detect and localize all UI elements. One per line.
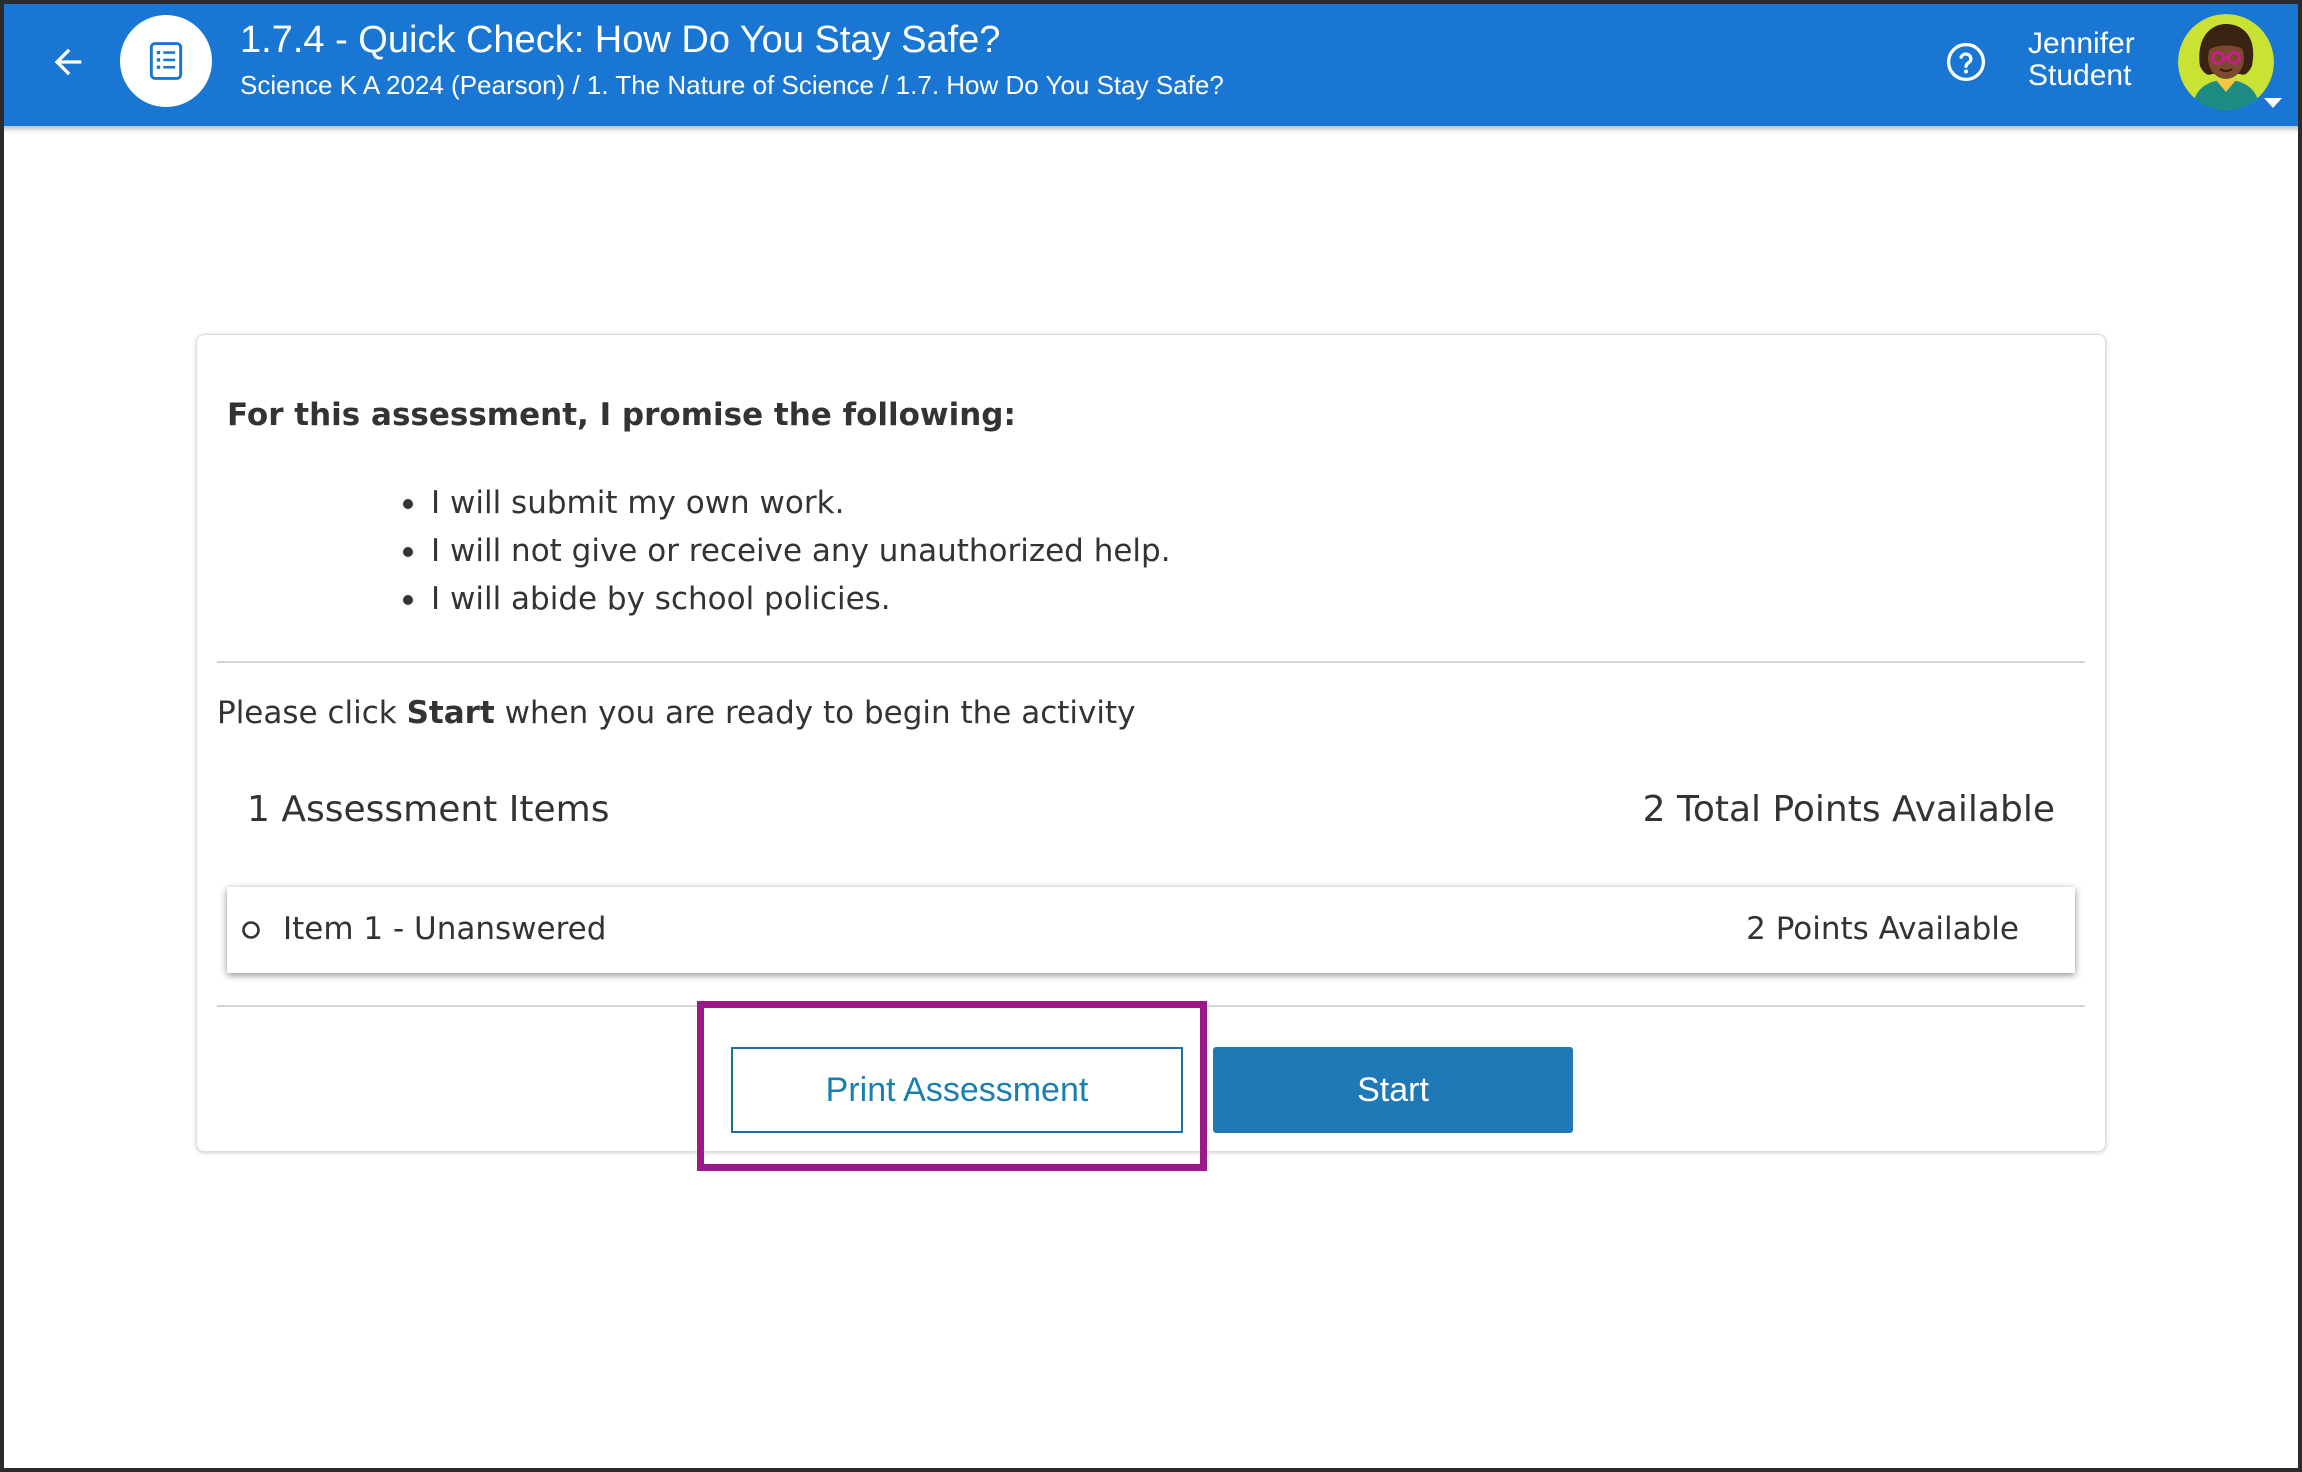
item-points: 2 Points Available [1746, 911, 2019, 947]
page-title: 1.7.4 - Quick Check: How Do You Stay Saf… [240, 19, 1001, 61]
start-instructions: Please click Start when you are ready to… [217, 695, 1136, 731]
help-circle-icon [1946, 42, 1986, 82]
user-name[interactable]: Jennifer Student [2028, 28, 2168, 92]
print-assessment-button[interactable]: Print Assessment [731, 1047, 1183, 1133]
user-first-name: Jennifer [2028, 27, 2135, 60]
help-button[interactable] [1942, 38, 1990, 86]
assessment-item-row[interactable]: Item 1 - Unanswered 2 Points Available [227, 887, 2075, 973]
assessment-card: For this assessment, I promise the follo… [196, 334, 2106, 1152]
item-label: Item 1 - Unanswered [283, 911, 607, 947]
student-avatar-icon [2178, 14, 2274, 110]
instructions-text: Please click [217, 695, 407, 731]
arrow-left-icon [54, 48, 82, 76]
checklist-icon [149, 42, 183, 80]
promise-item: I will submit my own work. [397, 479, 1171, 527]
promise-heading: For this assessment, I promise the follo… [227, 397, 1016, 433]
total-points-available: 2 Total Points Available [1642, 789, 2055, 830]
empty-circle-icon [242, 921, 260, 939]
section-divider [217, 661, 2085, 663]
instructions-text-end: when you are ready to begin the activity [494, 695, 1136, 731]
caret-down-icon[interactable] [2262, 96, 2284, 110]
assessment-items-count: 1 Assessment Items [247, 789, 610, 830]
promise-list: I will submit my own work. I will not gi… [397, 479, 1171, 623]
breadcrumb[interactable]: Science K A 2024 (Pearson) / 1. The Natu… [240, 68, 1740, 102]
instructions-emphasis: Start [406, 695, 495, 731]
promise-item: I will not give or receive any unauthori… [397, 527, 1171, 575]
top-bar: 1.7.4 - Quick Check: How Do You Stay Saf… [0, 0, 2302, 126]
activity-type-badge [120, 15, 212, 107]
header-title-block: 1.7.4 - Quick Check: How Do You Stay Saf… [240, 16, 1740, 102]
section-divider [217, 1005, 2085, 1007]
back-button[interactable] [40, 34, 96, 90]
promise-item: I will abide by school policies. [397, 575, 1171, 623]
user-avatar[interactable] [2178, 14, 2274, 110]
start-button[interactable]: Start [1213, 1047, 1573, 1133]
user-last-name: Student [2028, 59, 2132, 92]
